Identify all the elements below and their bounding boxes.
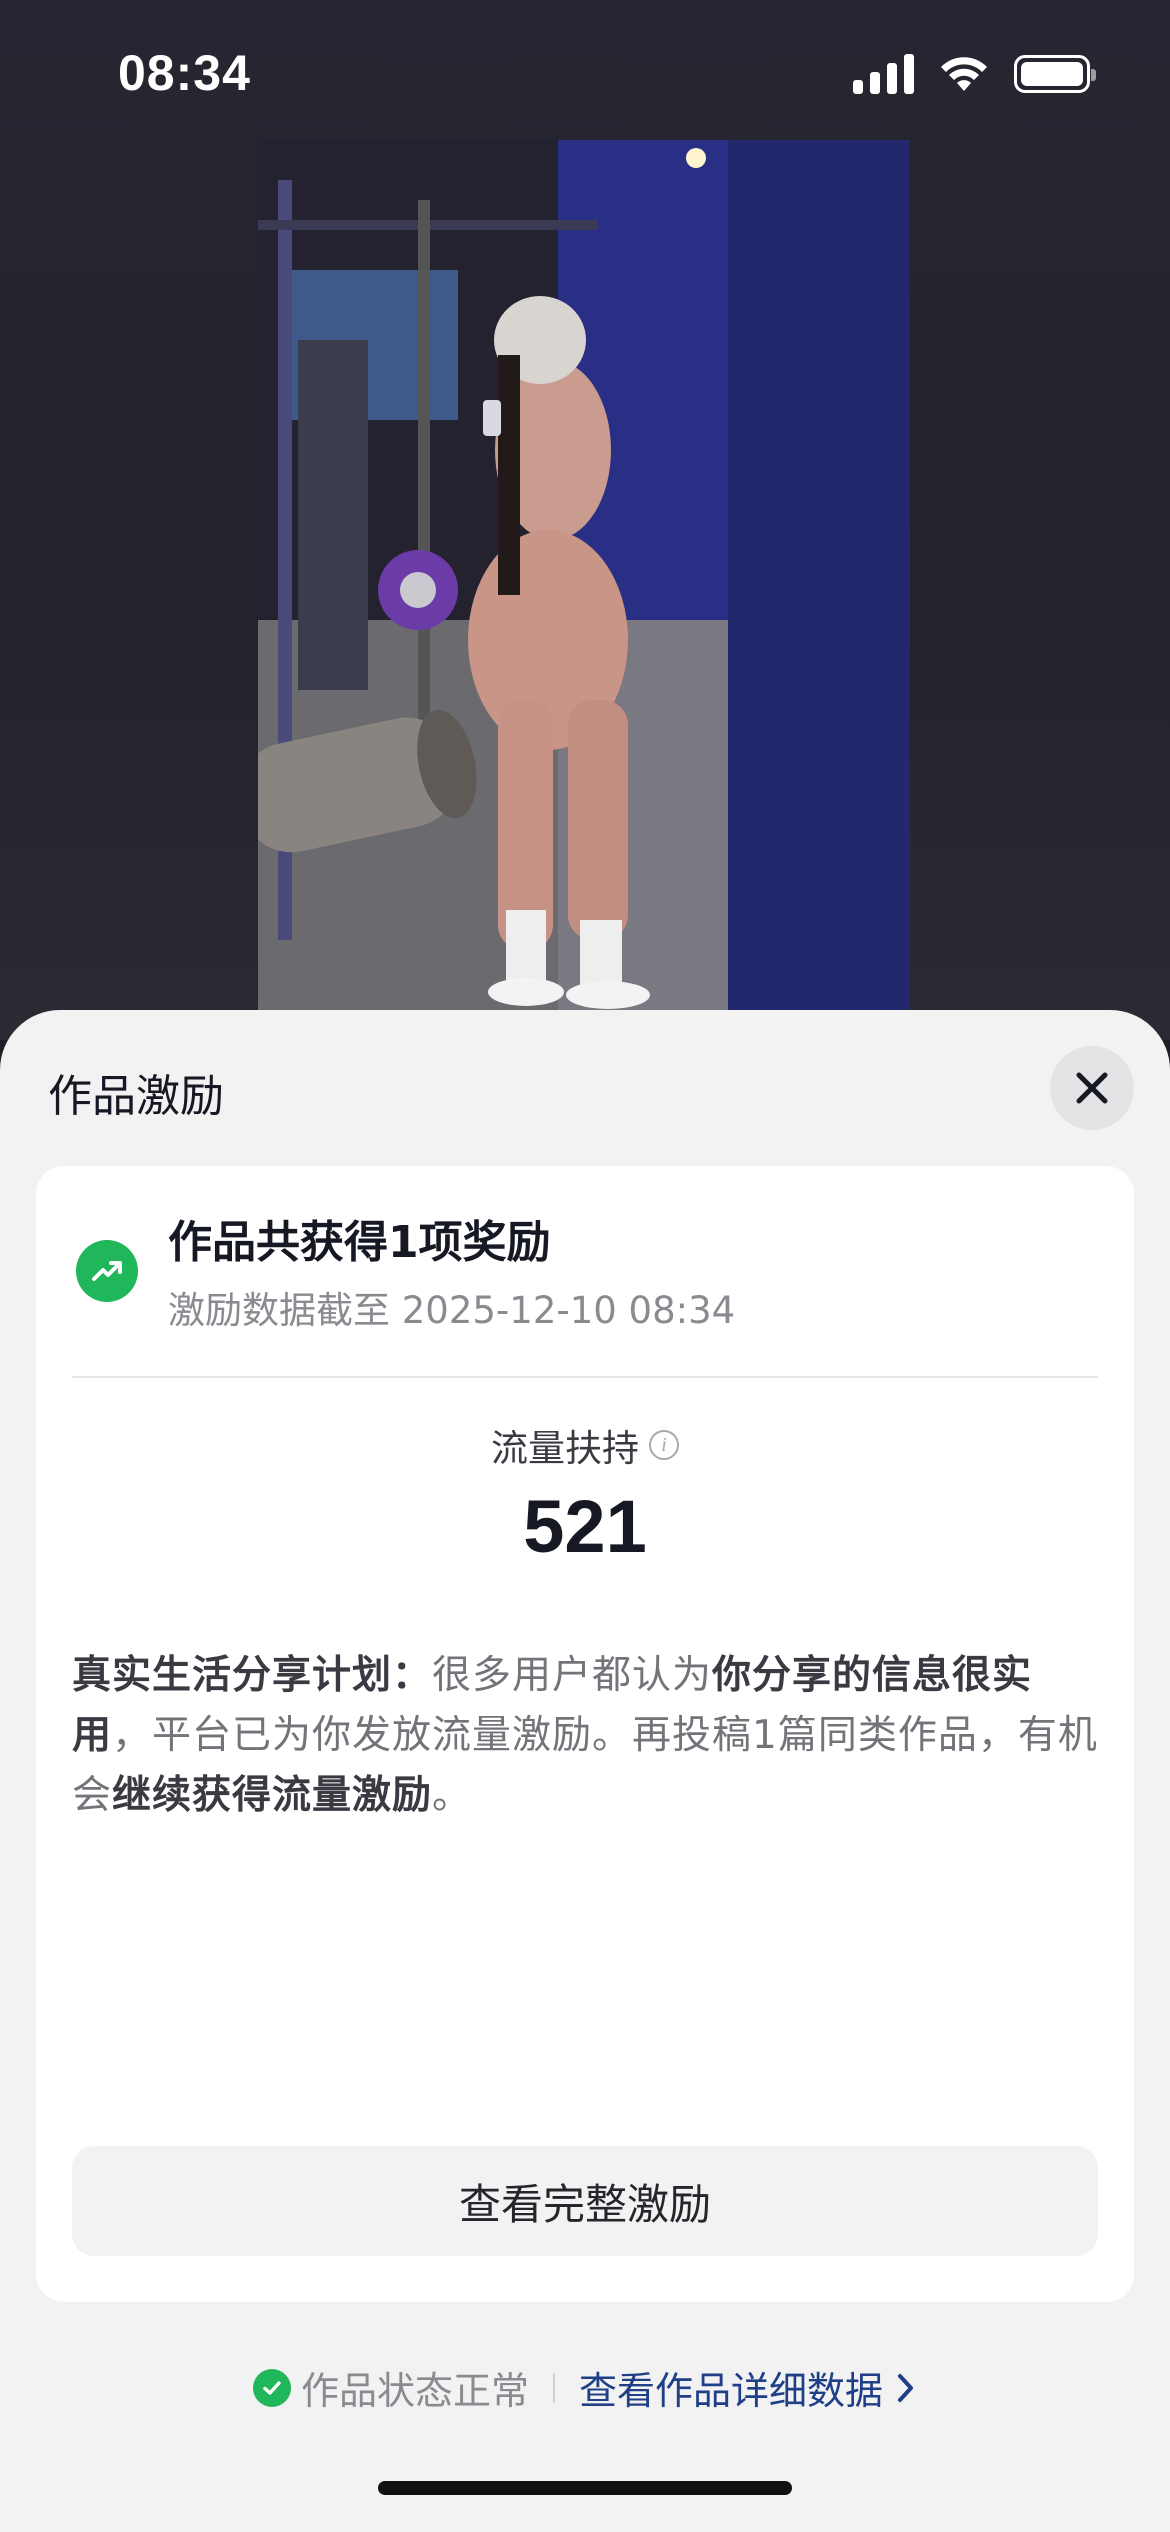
footer-separator: [553, 2372, 555, 2403]
cellular-signal-icon: [853, 54, 914, 94]
view-detailed-data-link[interactable]: 查看作品详细数据: [579, 2360, 883, 2415]
status-bar: 08:34: [0, 0, 1170, 150]
traffic-support-label: 流量扶持 i: [36, 1418, 1134, 1472]
traffic-support-value: 521: [523, 1485, 647, 1568]
reward-title: 作品共获得1项奖励: [168, 1217, 551, 1268]
divider: [72, 1376, 1098, 1378]
plan-name: 真实生活分享计划：: [72, 1653, 433, 1698]
check-circle-icon: [252, 2368, 291, 2407]
post-photo-illustration: [258, 140, 910, 1040]
reward-data-timestamp: 激励数据截至 2025-12-10 08:34: [168, 1289, 736, 1332]
trending-up-icon: [76, 1240, 138, 1302]
view-full-incentive-button[interactable]: 查看完整激励: [72, 2146, 1098, 2256]
desc-highlight-2: 继续获得流量激励: [112, 1773, 433, 1818]
wifi-icon: [941, 57, 987, 91]
post-status-text: 作品状态正常: [300, 2369, 529, 2413]
chevron-right-icon[interactable]: [895, 2371, 917, 2405]
metric-label-text: 流量扶持: [491, 1427, 639, 1470]
post-photo: [258, 140, 910, 1040]
close-icon: [1076, 1072, 1108, 1104]
home-indicator[interactable]: [378, 2481, 792, 2495]
reward-description: 真实生活分享计划：很多用户都认为你分享的信息很实用，平台已为你发放流量激励。再投…: [72, 1646, 1098, 1826]
status-icons: [853, 54, 1096, 94]
info-icon[interactable]: i: [649, 1430, 679, 1460]
status-time: 08:34: [118, 45, 251, 101]
footer-bar: 作品状态正常 查看作品详细数据: [0, 2360, 1170, 2415]
close-button[interactable]: [1050, 1046, 1134, 1130]
battery-icon: [1014, 55, 1096, 93]
sheet-title: 作品激励: [48, 1071, 224, 1122]
incentive-sheet: 作品激励 作品共获得1项奖励 激励数据截至 2025-12-10 08:34 流…: [0, 1010, 1170, 2532]
desc-text-1: 很多用户都认为: [432, 1653, 713, 1698]
desc-text-3: 。: [432, 1773, 473, 1818]
reward-card: 作品共获得1项奖励 激励数据截至 2025-12-10 08:34 流量扶持 i…: [36, 1166, 1134, 2302]
